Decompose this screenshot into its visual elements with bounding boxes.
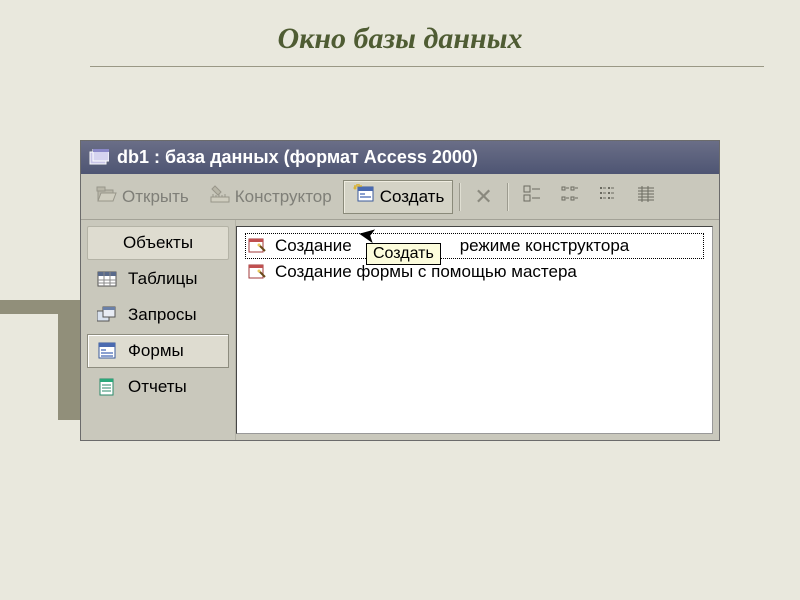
form-wizard-icon [247,262,267,282]
tooltip: Создать [366,243,441,265]
view-small-icons-button[interactable] [552,180,588,214]
sidebar-item-label: Таблицы [128,269,197,289]
content-pane: Создание режиме конструктора Создание фо… [236,226,713,434]
list-icon [599,185,617,208]
designer-button[interactable]: Конструктор [200,180,341,214]
tables-icon [96,269,118,289]
sidebar-item-label: Запросы [128,305,197,325]
small-icons-icon [561,185,579,208]
large-icons-icon [523,185,541,208]
list-item-text-a: Создание [275,236,352,256]
sidebar-item-reports[interactable]: Отчеты [87,370,229,404]
designer-ruler-icon [209,184,231,209]
designer-label: Конструктор [235,187,332,207]
window-title-text: db1 : база данных (формат Access 2000) [117,147,478,168]
open-folder-icon [96,184,118,209]
titlebar: db1 : база данных (формат Access 2000) [81,141,719,174]
delete-button[interactable]: ✕ [466,180,500,214]
decorative-accent [0,300,80,420]
view-large-icons-button[interactable] [514,180,550,214]
create-button[interactable]: Создать [343,180,454,214]
forms-icon [96,341,118,361]
list-item-create-designer[interactable]: Создание режиме конструктора [245,233,704,259]
sidebar-header: Объекты [87,226,229,260]
view-details-button[interactable] [628,180,664,214]
create-form-icon [352,184,376,209]
list-item-text-b: режиме конструктора [460,236,630,256]
database-app-icon [89,149,109,167]
list-item-create-wizard[interactable]: Создание формы с помощью мастера [245,259,704,285]
sidebar-item-tables[interactable]: Таблицы [87,262,229,296]
open-button[interactable]: Открыть [87,180,198,214]
sidebar-item-forms[interactable]: Формы [87,334,229,368]
toolbar-separator [507,183,508,211]
queries-icon [96,305,118,325]
objects-sidebar: Объекты Таблицы Запросы Формы [81,220,236,440]
sidebar-item-queries[interactable]: Запросы [87,298,229,332]
database-window: db1 : база данных (формат Access 2000) О… [80,140,720,441]
open-label: Открыть [122,187,189,207]
sidebar-item-label: Отчеты [128,377,187,397]
toolbar: Открыть Конструктор Создать ✕ [81,174,719,220]
details-icon [637,185,655,208]
toolbar-separator [459,183,460,211]
form-wizard-icon [247,236,267,256]
create-label: Создать [380,187,445,207]
title-rule [0,66,800,67]
list-item-text: Создание формы с помощью мастера [275,262,577,282]
slide-title: Окно базы данных [0,0,800,66]
sidebar-item-label: Формы [128,341,184,361]
view-list-button[interactable] [590,180,626,214]
reports-icon [96,377,118,397]
